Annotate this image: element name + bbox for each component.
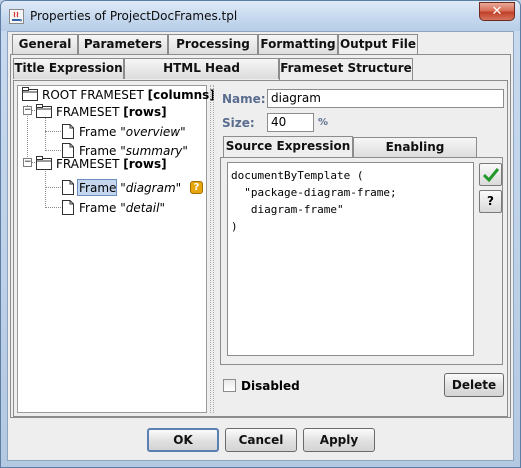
frameset-structure-panel: ROOT FRAMESET [columns] − FRAMESET [rows…	[13, 80, 508, 417]
apply-button[interactable]: Apply	[303, 428, 375, 452]
frameset-tree[interactable]: ROOT FRAMESET [columns] − FRAMESET [rows…	[17, 85, 215, 413]
source-expression-editor[interactable]: documentByTemplate ( "package-diagram-fr…	[227, 162, 474, 356]
tree-node-root-frameset[interactable]: ROOT FRAMESET [columns]	[20, 86, 215, 104]
check-icon	[482, 168, 499, 183]
collapse-toggle[interactable]: −	[23, 106, 32, 115]
document-icon	[62, 180, 74, 195]
tab-parameters[interactable]: Parameters	[78, 34, 168, 55]
tree-node-label: Frame "diagram"	[79, 181, 182, 195]
window-title: Properties of ProjectDocFrames.tpl	[30, 9, 238, 23]
tree-node-label: FRAMESET [rows]	[56, 105, 167, 119]
output-file-panel: Title Expression HTML Head Expression Fr…	[10, 54, 511, 418]
tab-title-expression[interactable]: Title Expression	[13, 58, 124, 79]
tree-node-label: Frame "detail"	[79, 201, 165, 215]
document-icon	[62, 124, 74, 139]
folder-icon	[36, 156, 52, 170]
tab-frameset-structure[interactable]: Frameset Structure	[279, 58, 413, 80]
tab-output-file[interactable]: Output File	[338, 34, 418, 56]
document-icon	[62, 200, 74, 215]
tree-node-frame-overview[interactable]: Frame "overview"	[62, 123, 206, 141]
cancel-button[interactable]: Cancel	[225, 428, 297, 452]
tab-general[interactable]: General	[12, 34, 78, 55]
size-field[interactable]: 40	[267, 113, 314, 132]
close-button[interactable]: ✕	[479, 2, 515, 21]
tree-connector	[45, 131, 61, 132]
size-label: Size:	[222, 116, 255, 130]
folder-icon	[36, 104, 52, 118]
tree-node-label: FRAMESET [rows]	[56, 157, 167, 171]
tree-node-frameset-1[interactable]: FRAMESET [rows]	[36, 103, 206, 121]
check-syntax-button[interactable]	[479, 163, 502, 186]
tree-node-label: ROOT FRAMESET [columns]	[42, 88, 215, 102]
tab-formatting[interactable]: Formatting	[258, 34, 338, 55]
delete-button[interactable]: Delete	[444, 373, 504, 397]
tab-processing[interactable]: Processing	[168, 34, 258, 55]
tree-node-label: Frame "overview"	[79, 125, 186, 139]
java-app-icon	[9, 9, 24, 24]
disabled-checkbox[interactable]	[223, 379, 236, 392]
tree-node-frame-diagram[interactable]: Frame "diagram" ?	[62, 179, 206, 197]
help-button[interactable]: ?	[479, 190, 502, 213]
tree-connector	[45, 207, 61, 208]
title-bar[interactable]: Properties of ProjectDocFrames.tpl ✕	[1, 1, 520, 31]
help-icon: ?	[487, 194, 494, 208]
name-field[interactable]: diagram	[267, 89, 504, 108]
size-unit-label: %	[318, 117, 329, 128]
split-pane-divider[interactable]	[210, 85, 214, 413]
tab-source-expression[interactable]: Source Expression	[223, 136, 353, 158]
disabled-checkbox-label: Disabled	[241, 379, 300, 393]
help-badge-icon[interactable]: ?	[190, 181, 203, 194]
properties-dialog: Properties of ProjectDocFrames.tpl ✕ Gen…	[0, 0, 521, 468]
tree-connector	[45, 150, 61, 151]
name-label: Name:	[222, 92, 266, 106]
tab-html-head-expression[interactable]: HTML Head Expression	[124, 58, 279, 94]
dialog-client: General Parameters Processing Formatting…	[7, 31, 514, 461]
tab-enabling-condition[interactable]: Enabling Condition	[353, 137, 477, 173]
folder-icon	[22, 87, 38, 101]
ok-button[interactable]: OK	[147, 428, 219, 452]
tree-node-frameset-2[interactable]: FRAMESET [rows]	[36, 155, 206, 173]
tree-connector	[45, 187, 61, 188]
tree-node-frame-detail[interactable]: Frame "detail"	[62, 199, 206, 217]
collapse-toggle[interactable]: −	[23, 158, 32, 167]
